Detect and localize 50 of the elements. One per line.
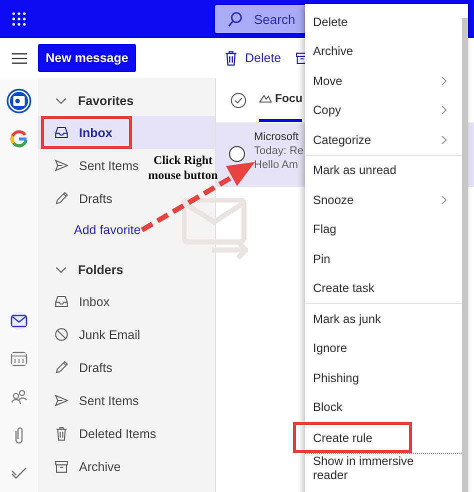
blocked-icon bbox=[54, 327, 69, 342]
menu-item[interactable]: Move bbox=[305, 66, 462, 96]
inbox-icon bbox=[54, 294, 69, 309]
search-icon bbox=[227, 10, 244, 28]
menu-item[interactable]: Pin bbox=[305, 244, 462, 274]
select-circle-icon bbox=[228, 145, 246, 163]
folder-item[interactable]: Sent Items bbox=[38, 384, 143, 417]
menu-item[interactable]: Flag bbox=[305, 214, 462, 244]
menu-item[interactable]: Phishing bbox=[305, 363, 462, 392]
trash-icon bbox=[223, 50, 239, 66]
new-message-button[interactable]: New message bbox=[38, 44, 136, 72]
message-preview: Hello Am bbox=[254, 159, 300, 171]
pencil-icon bbox=[54, 191, 69, 206]
folder-item[interactable]: Deleted Items bbox=[38, 417, 160, 450]
menu-item[interactable]: Create task bbox=[305, 274, 462, 303]
trash-icon bbox=[54, 426, 69, 441]
folder-item[interactable]: Drafts bbox=[38, 182, 116, 215]
archive-icon bbox=[54, 459, 69, 474]
menu-item[interactable]: Copy bbox=[305, 96, 462, 125]
pencil-icon bbox=[54, 360, 69, 375]
people-icon[interactable] bbox=[10, 388, 28, 406]
ring-logo-icon[interactable] bbox=[10, 130, 28, 148]
mail-icon[interactable] bbox=[10, 312, 28, 330]
message-subject: Today: Re bbox=[254, 145, 304, 157]
section-header[interactable]: Favorites bbox=[38, 86, 134, 116]
folder-item[interactable]: Sent Items bbox=[38, 149, 143, 182]
folder-item[interactable]: Drafts bbox=[38, 351, 116, 384]
send-icon bbox=[54, 393, 69, 408]
menu-item[interactable]: Ignore bbox=[305, 334, 462, 363]
menu-item[interactable]: Block bbox=[305, 392, 462, 422]
delete-button[interactable]: Delete bbox=[223, 48, 282, 68]
app-icon[interactable] bbox=[6, 88, 32, 114]
inbox-icon bbox=[54, 125, 69, 140]
menu-item[interactable]: Delete bbox=[305, 7, 462, 36]
menu-item[interactable]: Archive bbox=[305, 36, 462, 66]
scrollbar[interactable] bbox=[462, 18, 468, 492]
menu-item[interactable]: Categorize bbox=[305, 125, 462, 154]
calendar-icon[interactable] bbox=[10, 350, 28, 368]
menu-item[interactable]: Snooze bbox=[305, 185, 462, 214]
folder-item[interactable]: Inbox bbox=[38, 285, 114, 318]
section-header[interactable]: Folders bbox=[38, 255, 124, 285]
callout-text: Click Right mouse button bbox=[147, 153, 219, 183]
select-all-icon[interactable] bbox=[230, 92, 247, 108]
folder-item[interactable]: Junk Email bbox=[38, 318, 144, 351]
menu-item[interactable]: Create rule bbox=[293, 422, 412, 452]
send-icon bbox=[54, 158, 69, 173]
message-sender: Microsoft bbox=[254, 131, 300, 143]
add-favorite-link[interactable]: Add favorite bbox=[74, 223, 141, 237]
app-launcher-icon[interactable] bbox=[11, 11, 27, 27]
folder-item[interactable]: Archive bbox=[38, 450, 125, 483]
